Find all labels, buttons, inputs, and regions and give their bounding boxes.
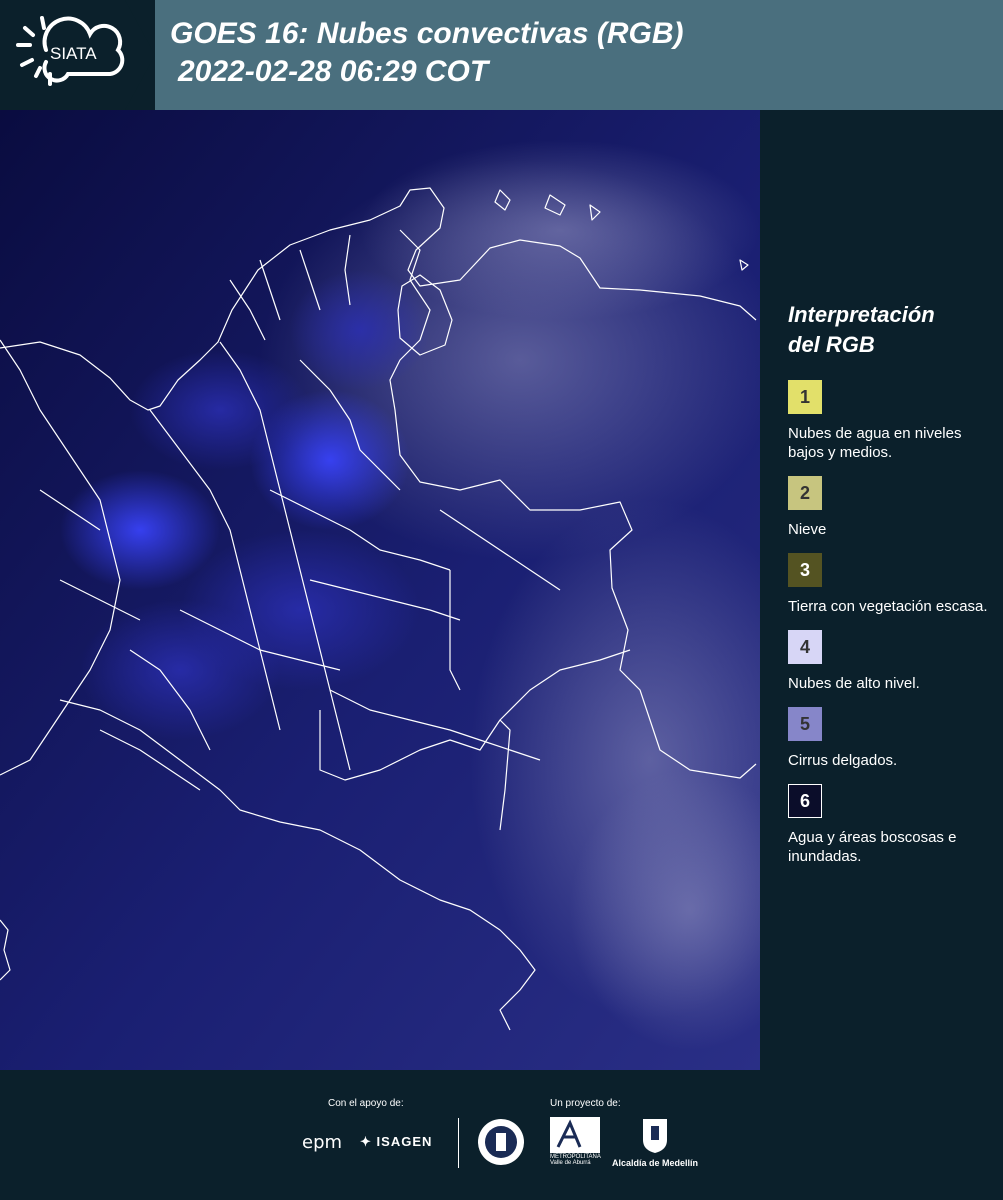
legend-swatch: 1 (788, 380, 822, 414)
satellite-image (0, 110, 760, 1070)
legend-swatch: 5 (788, 707, 822, 741)
header: SIATA GOES 16: Nubes convectivas (RGB) 2… (0, 0, 1003, 110)
siata-logo[interactable]: SIATA (10, 10, 130, 100)
alcaldia-shield-icon (640, 1116, 670, 1154)
satellite-map[interactable] (0, 110, 760, 1070)
legend-swatch: 3 (788, 553, 822, 587)
legend-swatch: 2 (788, 476, 822, 510)
legend-item: 1 Nubes de agua en niveles bajos y medios… (788, 380, 988, 462)
legend-item: 4 Nubes de alto nivel. (788, 630, 988, 693)
medellin-seal-icon (476, 1117, 526, 1167)
footer: Con el apoyo de: Un proyecto de: epm ✦ I… (0, 1070, 1003, 1200)
legend-swatch: 4 (788, 630, 822, 664)
title-datetime: 2022-02-28 06:29 COT (178, 55, 489, 88)
epm-logo: epm (302, 1132, 343, 1153)
legend-title-line2: del RGB (788, 332, 875, 357)
legend-swatch: 6 (788, 784, 822, 818)
project-label: Un proyecto de: (550, 1098, 621, 1109)
logo-text: SIATA (50, 44, 97, 63)
isagen-icon: ✦ (360, 1134, 372, 1149)
support-label: Con el apoyo de: (328, 1098, 404, 1109)
page-title: GOES 16: Nubes convectivas (RGB) 2022-02… (170, 15, 684, 91)
area-metropolitana-text: METROPOLITANA Valle de Aburrá (550, 1154, 601, 1166)
footer-divider (458, 1118, 459, 1168)
legend-items: 1 Nubes de agua en niveles bajos y medios… (788, 380, 988, 866)
legend-item: 5 Cirrus delgados. (788, 707, 988, 770)
legend-label: Agua y áreas boscosas e inundadas. (788, 829, 957, 865)
legend: Interpretación del RGB 1 Nubes de agua en… (788, 300, 988, 880)
title-product: GOES 16: Nubes convectivas (RGB) (170, 17, 684, 50)
legend-item: 2 Nieve (788, 476, 988, 539)
legend-label: Tierra con vegetación escasa. (788, 598, 988, 615)
legend-title-line1: Interpretación (788, 302, 935, 327)
isagen-text: ISAGEN (376, 1134, 433, 1149)
legend-label: Nubes de alto nivel. (788, 675, 920, 692)
isagen-logo: ✦ ISAGEN (360, 1134, 432, 1150)
legend-item: 6 Agua y áreas boscosas e inundadas. (788, 784, 988, 866)
legend-title: Interpretación del RGB (788, 300, 988, 360)
legend-label: Cirrus delgados. (788, 752, 898, 769)
alcaldia-text: Alcaldía de Medellín (612, 1158, 699, 1168)
legend-label: Nubes de agua en niveles bajos y medios. (788, 425, 962, 461)
legend-item: 3 Tierra con vegetación escasa. (788, 553, 988, 616)
legend-label: Nieve (788, 521, 827, 538)
